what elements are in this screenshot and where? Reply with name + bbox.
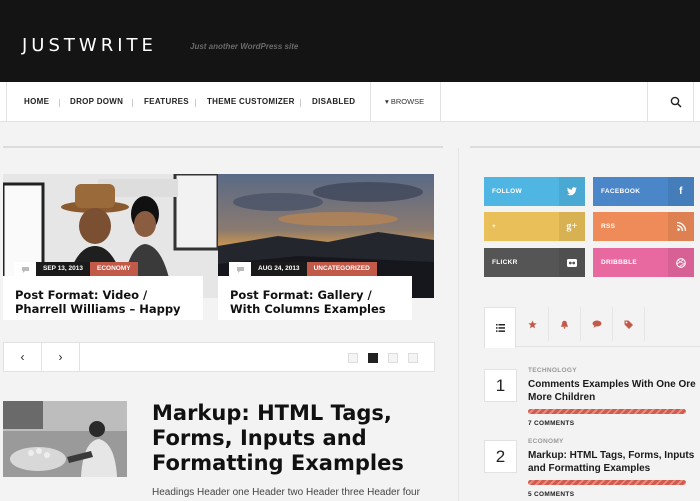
social-label: FOLLOW <box>492 188 522 195</box>
slide-card-2: Post Format: Gallery / With Columns Exam… <box>218 276 412 320</box>
post-category[interactable]: ECONOMY <box>90 262 138 276</box>
nav-divider <box>647 82 648 122</box>
nav-container: HOME DROP DOWN FEATURES THEME CUSTOMIZER… <box>6 82 694 122</box>
slider-prev-button[interactable]: ‹ <box>4 343 42 371</box>
nav-item-features[interactable]: FEATURES <box>144 97 189 106</box>
widget-post-comments[interactable]: 7 COMMENTS <box>528 420 574 427</box>
tags-icon <box>624 320 633 329</box>
post-title[interactable]: Markup: HTML Tags, Forms, Inputs and For… <box>152 401 452 476</box>
slider-pager-dot[interactable] <box>348 353 358 363</box>
widget-post-title[interactable]: Comments Examples With One Ore More Chil… <box>528 379 700 404</box>
site-header: JUSTWRITE Just another WordPress site <box>0 0 700 82</box>
post-excerpt: Headings Header one Header two Header th… <box>152 487 420 498</box>
slide-card-1: Post Format: Video / Pharrell Williams –… <box>3 276 203 320</box>
nav-item-disabled[interactable]: DISABLED <box>312 97 355 106</box>
comment-icon <box>229 262 251 276</box>
slide-meta-2: AUG 24, 2013 UNCATEGORIZED <box>229 262 377 276</box>
widget-post-popularity-bar <box>528 409 686 414</box>
comment-icon <box>14 262 36 276</box>
social-label: RSS <box>601 223 616 230</box>
site-description: Just another WordPress site <box>190 42 299 51</box>
tab-tags[interactable] <box>613 307 645 341</box>
flickr-icon <box>559 248 585 277</box>
nav-separator <box>300 99 301 107</box>
nav-item-drop-down[interactable]: DROP DOWN <box>70 97 123 106</box>
bell-icon <box>560 320 569 329</box>
post-thumbnail-photo <box>3 401 127 477</box>
post-date: SEP 13, 2013 <box>36 262 90 276</box>
slider-pager-dot[interactable] <box>408 353 418 363</box>
slide-title[interactable]: Post Format: Video / Pharrell Williams –… <box>15 288 193 316</box>
chevron-right-icon: › <box>58 350 63 364</box>
nav-separator <box>59 99 60 107</box>
nav-item-home[interactable]: HOME <box>24 97 49 106</box>
post-rank-number: 2 <box>484 440 517 473</box>
tab-notifications[interactable] <box>549 307 581 341</box>
slider-controls: ‹ › <box>3 342 435 372</box>
social-button-rss[interactable]: RSS <box>593 212 694 241</box>
slider-pager-dot-active[interactable] <box>368 353 378 363</box>
widget-post-category[interactable]: TECHNOLOGY <box>528 367 577 374</box>
social-label: + <box>492 223 497 230</box>
widget-tabs <box>484 307 700 348</box>
post-category[interactable]: UNCATEGORIZED <box>306 262 377 276</box>
rss-icon <box>668 212 694 241</box>
post-thumbnail[interactable] <box>3 401 127 477</box>
nav-item-theme-customizer[interactable]: THEME CUSTOMIZER <box>207 97 295 106</box>
facebook-icon: f <box>668 177 694 206</box>
tab-recent[interactable] <box>484 307 516 348</box>
nav-divider <box>370 82 371 122</box>
widget-post-popularity-bar <box>528 480 686 485</box>
comments-icon <box>592 320 601 328</box>
tab-comments[interactable] <box>581 307 613 341</box>
post-date: AUG 24, 2013 <box>251 262 307 276</box>
social-label: FACEBOOK <box>601 188 641 195</box>
social-label: DRIBBBLE <box>601 259 637 266</box>
twitter-icon <box>559 177 585 206</box>
list-icon <box>495 324 505 332</box>
social-button-google-plus[interactable]: + g+ <box>484 212 585 241</box>
widget-post-category[interactable]: ECONOMY <box>528 438 564 445</box>
widget-post-comments[interactable]: 5 COMMENTS <box>528 491 574 498</box>
browse-dropdown[interactable]: ▾ BROWSE <box>385 97 424 106</box>
nav-divider <box>440 82 441 122</box>
search-icon[interactable] <box>670 96 682 108</box>
nav-separator <box>195 99 196 107</box>
sidebar-top-border <box>470 146 700 148</box>
chevron-left-icon: ‹ <box>20 350 25 364</box>
social-button-dribbble[interactable]: DRIBBBLE <box>593 248 694 277</box>
slider-pager-dot[interactable] <box>388 353 398 363</box>
star-icon <box>528 319 537 328</box>
slider-next-button[interactable]: › <box>42 343 80 371</box>
widget-post-title[interactable]: Markup: HTML Tags, Forms, Inputs and For… <box>528 450 700 475</box>
content-top-border <box>3 146 443 148</box>
column-divider <box>458 148 459 501</box>
slide-title[interactable]: Post Format: Gallery / With Columns Exam… <box>230 288 402 316</box>
social-button-twitter[interactable]: FOLLOW <box>484 177 585 206</box>
main-nav: HOME DROP DOWN FEATURES THEME CUSTOMIZER… <box>0 82 700 122</box>
social-button-facebook[interactable]: FACEBOOK f <box>593 177 694 206</box>
social-label: FLICKR <box>492 259 518 266</box>
site-title[interactable]: JUSTWRITE <box>22 35 157 56</box>
google-plus-icon: g+ <box>559 212 585 241</box>
social-button-flickr[interactable]: FLICKR <box>484 248 585 277</box>
tab-popular[interactable] <box>517 307 549 341</box>
slide-meta-1: SEP 13, 2013 ECONOMY <box>14 262 138 276</box>
post-rank-number: 1 <box>484 369 517 402</box>
dribbble-icon <box>668 248 694 277</box>
nav-separator <box>132 99 133 107</box>
